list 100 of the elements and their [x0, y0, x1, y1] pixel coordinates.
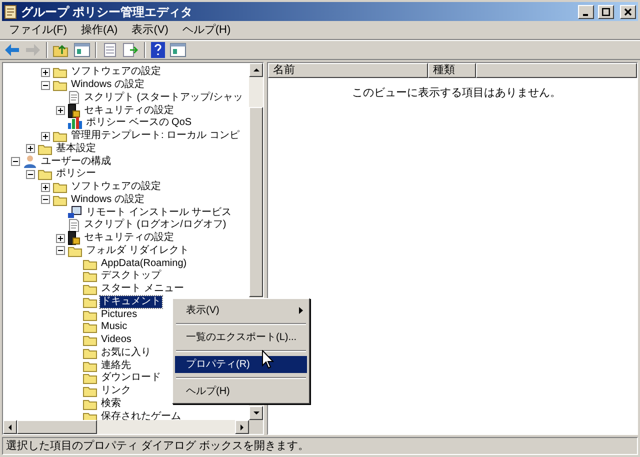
folder-icon: [53, 79, 67, 92]
mouse-pointer-icon: [262, 350, 274, 369]
folder-icon: [83, 283, 97, 296]
scroll-up-icon[interactable]: [249, 63, 263, 77]
tree-item[interactable]: ソフトウェアの設定: [70, 66, 162, 78]
tree-item[interactable]: Windows の設定: [70, 79, 146, 92]
status-bar: 選択した項目のプロパティ ダイアログ ボックスを開きます。: [2, 437, 638, 455]
tree-item[interactable]: セキュリティの設定: [83, 104, 175, 117]
folder-icon: [83, 385, 97, 398]
folder-icon: [83, 296, 97, 308]
folder-icon: [83, 398, 97, 410]
scroll-icon: [4, 4, 17, 18]
minimize-icon[interactable]: [578, 4, 594, 18]
expand-icon[interactable]: [56, 234, 65, 243]
help-icon[interactable]: [151, 42, 165, 58]
close-icon[interactable]: [620, 4, 636, 18]
document-icon: [68, 91, 80, 104]
collapse-icon[interactable]: [11, 157, 20, 166]
tree-item[interactable]: 連絡先: [100, 360, 132, 372]
menu-item[interactable]: ファイル(F): [2, 22, 74, 38]
scroll-down-icon[interactable]: [249, 406, 263, 420]
folder-icon: [83, 360, 97, 372]
collapse-icon[interactable]: [41, 80, 50, 90]
tree-item[interactable]: スクリプト (ログオン/ログオフ): [83, 219, 228, 232]
scroll-thumb[interactable]: [249, 107, 263, 297]
collapse-icon[interactable]: [41, 195, 50, 204]
tree-item[interactable]: Windows の設定: [70, 194, 146, 206]
folder-icon: [83, 258, 97, 270]
tree-item[interactable]: ユーザーの構成: [40, 156, 112, 168]
export-list-icon[interactable]: [123, 43, 139, 57]
menu-item[interactable]: 表示(V): [124, 22, 176, 38]
folder-icon: [83, 372, 97, 384]
tree-item[interactable]: リンク: [100, 385, 132, 398]
folder-icon: [83, 308, 97, 321]
horizontal-scrollbar[interactable]: [3, 420, 263, 434]
folder-icon: [68, 244, 82, 257]
folder-up-icon[interactable]: [53, 43, 69, 57]
folder-icon: [53, 181, 67, 194]
folder-icon: [53, 130, 67, 142]
tree-item[interactable]: リモート インストール サービス: [85, 206, 233, 219]
menu-item[interactable]: 操作(A): [74, 22, 125, 38]
window-title: グループ ポリシー管理エディタ: [21, 4, 194, 20]
tree-item[interactable]: Music: [100, 321, 128, 334]
collapse-icon[interactable]: [56, 246, 65, 256]
lock-server-icon: [68, 231, 80, 246]
tree-item[interactable]: ポリシー: [55, 168, 97, 180]
column-header[interactable]: 種類: [428, 63, 476, 78]
expand-icon[interactable]: [41, 68, 50, 77]
folder-icon: [53, 194, 67, 206]
tree-item[interactable]: 管理用テンプレート: ローカル コンピ: [70, 130, 240, 142]
expand-icon[interactable]: [41, 182, 50, 192]
lock-server-icon: [68, 104, 80, 118]
tree-item[interactable]: 保存されたゲーム: [100, 410, 182, 420]
tree-item[interactable]: セキュリティの設定: [83, 232, 175, 244]
folder-icon: [83, 321, 97, 334]
column-header[interactable]: 名前: [268, 63, 428, 78]
folder-icon: [38, 168, 52, 180]
pane-icon[interactable]: [74, 43, 90, 57]
maximize-icon[interactable]: [598, 4, 614, 18]
tree-item[interactable]: ダウンロード: [100, 372, 162, 384]
tree-item[interactable]: お気に入り: [100, 346, 152, 359]
tree-item[interactable]: ドキュメント: [100, 296, 162, 308]
folder-icon: [53, 66, 67, 78]
menu-item[interactable]: ヘルプ(H): [175, 22, 238, 38]
user-icon: [23, 155, 37, 168]
tree-item[interactable]: デスクトップ: [100, 270, 162, 282]
tree-item[interactable]: フォルダ リダイレクト: [85, 244, 190, 257]
folder-icon: [38, 142, 52, 155]
menu-item[interactable]: ヘルプ(H): [175, 383, 307, 400]
scroll-right-icon[interactable]: [235, 420, 249, 434]
folder-icon: [83, 346, 97, 359]
expand-icon[interactable]: [41, 132, 50, 141]
menu-item[interactable]: 表示(V): [175, 302, 307, 319]
expand-icon[interactable]: [56, 106, 65, 116]
menu-item[interactable]: プロパティ(R): [175, 356, 307, 373]
folder-icon: [83, 334, 97, 346]
bar-chart-icon: [68, 117, 82, 130]
empty-message: このビューに表示する項目はありません。: [352, 86, 561, 101]
tree-item[interactable]: AppData(Roaming): [100, 258, 188, 270]
submenu-arrow-icon: [298, 307, 303, 314]
computer-icon: [68, 206, 82, 220]
expand-icon[interactable]: [26, 144, 35, 154]
tree-item[interactable]: Videos: [100, 334, 132, 346]
tree-item[interactable]: Pictures: [100, 308, 138, 321]
scrollbar-corner: [249, 420, 263, 434]
tree-item[interactable]: 検索: [100, 398, 122, 410]
document-icon[interactable]: [102, 43, 118, 57]
tree-item[interactable]: ポリシー ベースの QoS: [85, 117, 193, 130]
document-icon: [68, 218, 80, 232]
tree-item[interactable]: スタート メニュー: [100, 283, 185, 296]
pane-icon[interactable]: [170, 43, 186, 57]
scroll-left-icon[interactable]: [3, 420, 17, 434]
tree-item[interactable]: 基本設定: [55, 142, 97, 155]
scroll-thumb[interactable]: [17, 420, 97, 434]
back-arrow-icon[interactable]: [4, 43, 20, 57]
folder-icon: [83, 270, 97, 282]
tree-item[interactable]: スクリプト (スタートアップ/シャッ: [83, 92, 244, 104]
menu-item[interactable]: 一覧のエクスポート(L)...: [175, 329, 307, 346]
collapse-icon[interactable]: [26, 170, 35, 179]
tree-item[interactable]: ソフトウェアの設定: [70, 181, 162, 194]
